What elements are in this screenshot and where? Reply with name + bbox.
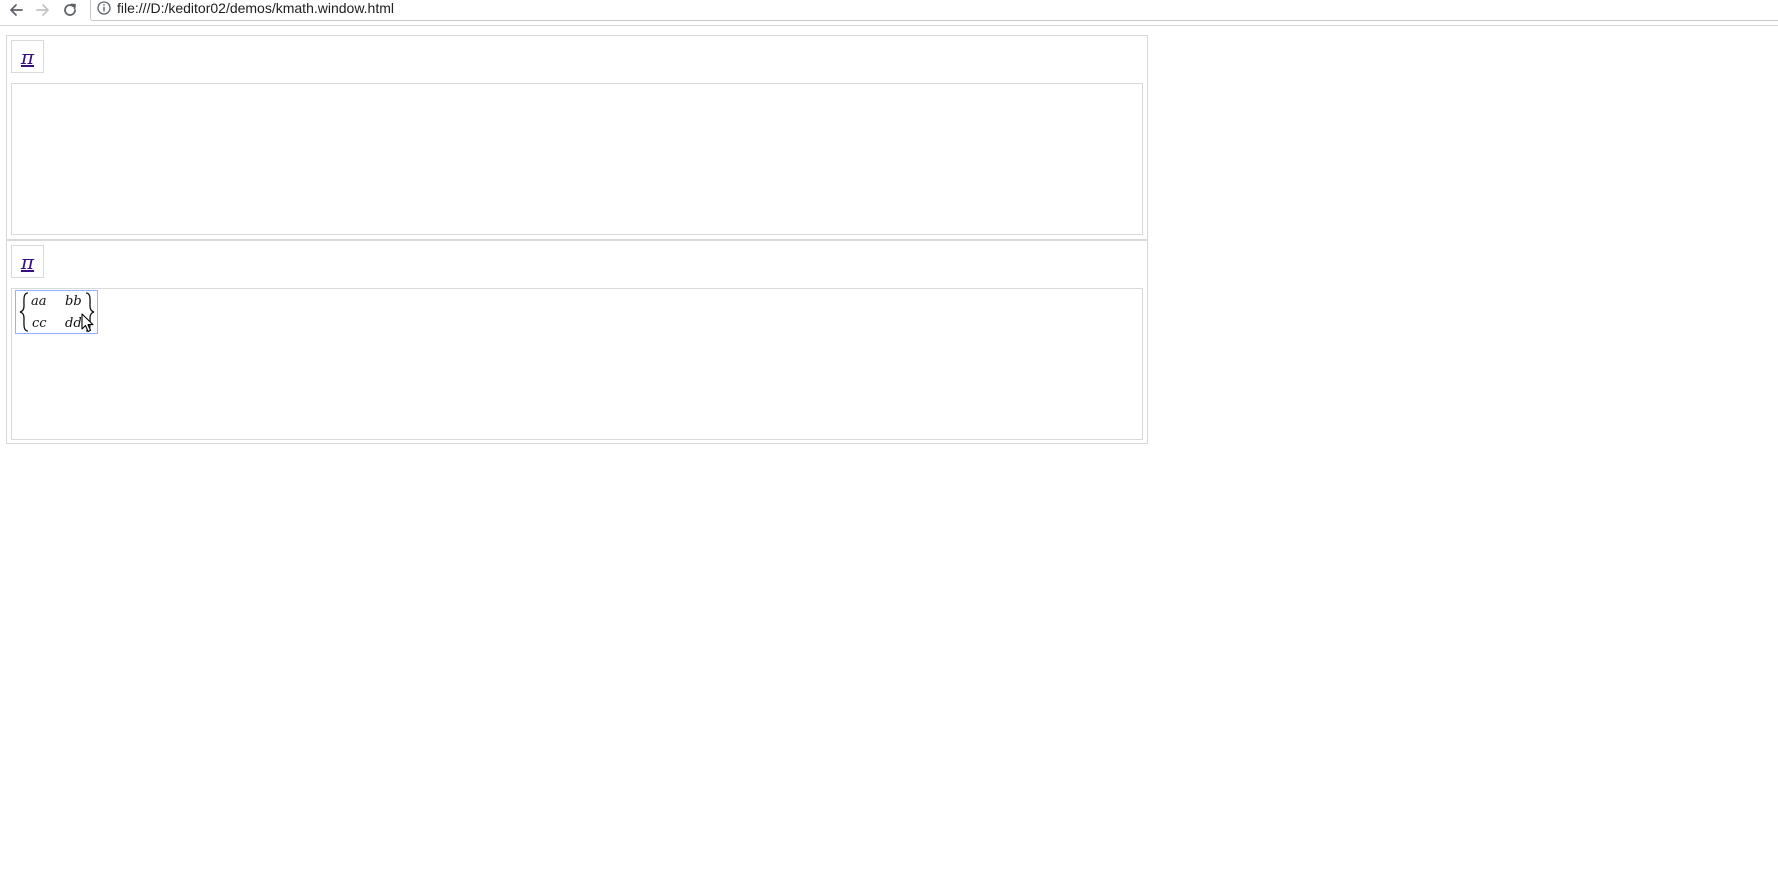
matrix-cell[interactable]: cc	[32, 316, 47, 331]
back-button[interactable]	[4, 0, 28, 20]
pi-icon[interactable]: π	[21, 252, 34, 272]
url-text[interactable]: file:///D:/keditor02/demos/kmath.window.…	[117, 0, 394, 16]
matrix-cell[interactable]: dd	[65, 316, 82, 331]
insert-formula-button[interactable]: π	[11, 245, 44, 278]
info-icon[interactable]	[97, 1, 111, 15]
reload-icon	[64, 3, 76, 16]
address-bar[interactable]: file:///D:/keditor02/demos/kmath.window.…	[90, 0, 1778, 21]
math-editor-2: π aa bb cc dd	[6, 240, 1148, 444]
matrix-cell[interactable]: aa	[31, 294, 47, 309]
matrix-cell[interactable]: bb	[65, 294, 82, 309]
back-arrow-icon	[10, 4, 23, 16]
browser-toolbar: file:///D:/keditor02/demos/kmath.window.…	[0, 0, 1778, 26]
editor-content-area[interactable]: aa bb cc dd	[11, 288, 1143, 440]
left-brace-icon	[19, 292, 29, 332]
formula-block[interactable]: aa bb cc dd	[15, 290, 98, 334]
mouse-cursor-icon	[81, 313, 94, 333]
forward-arrow-icon	[36, 4, 49, 16]
pi-icon[interactable]: π	[21, 47, 34, 67]
editor-content-area[interactable]	[11, 83, 1143, 235]
math-editor-1: π	[6, 35, 1148, 240]
forward-button[interactable]	[31, 0, 55, 20]
reload-button[interactable]	[58, 0, 82, 20]
insert-formula-button[interactable]: π	[11, 40, 44, 73]
